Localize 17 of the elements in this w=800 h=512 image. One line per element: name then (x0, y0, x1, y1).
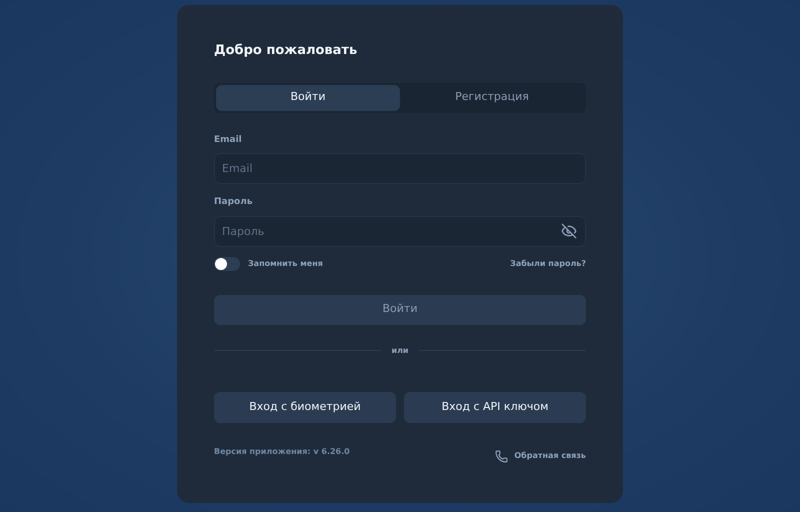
eye-off-icon[interactable] (561, 222, 577, 238)
tab[interactable]: Регистрация (400, 84, 584, 110)
divider-text: или (391, 344, 409, 356)
tab[interactable]: Войти (216, 84, 400, 110)
alt-login-button[interactable]: Вход с биометрией (214, 392, 396, 422)
field-label: Email (214, 134, 243, 146)
feedback-link[interactable]: Обратная связь (495, 450, 586, 462)
card-title: Добро пожаловать (214, 42, 358, 60)
phone-icon (495, 450, 508, 462)
remember-label: Запомнить меня (248, 258, 323, 270)
forgot-password-link[interactable]: Забыли пароль? (510, 258, 586, 270)
input-field[interactable]: Email (214, 153, 586, 184)
input-field[interactable]: Пароль (214, 216, 586, 246)
alt-login-button[interactable]: Вход с API ключом (404, 392, 586, 422)
version-text: Версия приложения: v 6.26.0 (214, 446, 350, 458)
field-label: Пароль (214, 196, 254, 209)
remember-toggle[interactable] (214, 256, 240, 270)
